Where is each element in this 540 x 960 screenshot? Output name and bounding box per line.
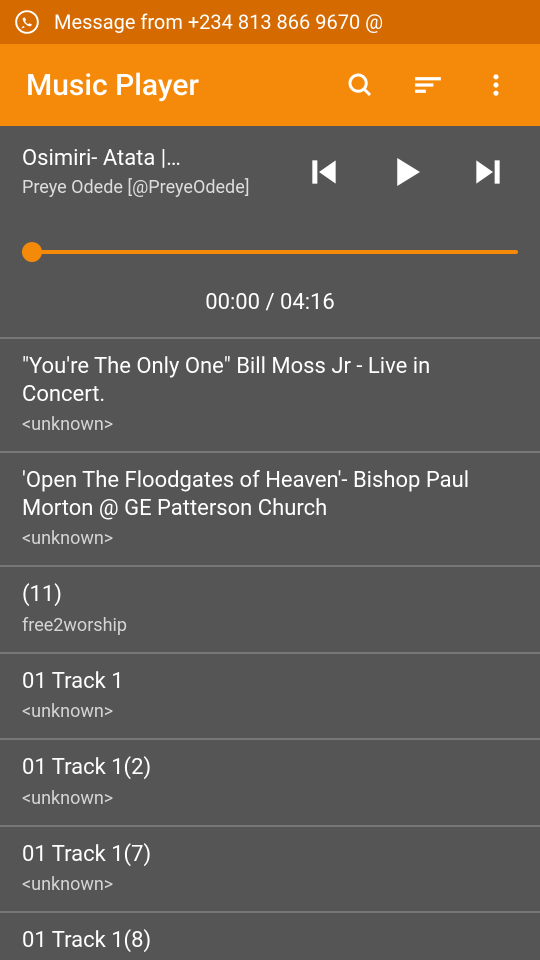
list-item[interactable]: 01 Track 1(8) [0,911,540,960]
app-bar: Music Player [0,44,540,126]
now-playing-title: Osimiri- Atata |… [22,146,192,171]
overflow-button[interactable] [470,59,522,111]
track-artist: <unknown> [22,701,518,722]
track-title: 01 Track 1(8) [22,927,518,955]
list-item[interactable]: "You're The Only One" Bill Moss Jr - Liv… [0,337,540,451]
track-artist: <unknown> [22,414,518,435]
track-title: 01 Track 1 [22,668,518,696]
next-button[interactable] [466,150,510,194]
previous-button[interactable] [302,150,346,194]
track-list[interactable]: "You're The Only One" Bill Moss Jr - Liv… [0,337,540,960]
track-title: (11) [22,581,518,609]
seek-thumb[interactable] [22,242,42,262]
track-title: "You're The Only One" Bill Moss Jr - Liv… [22,353,518,408]
track-title: 01 Track 1(2) [22,754,518,782]
track-artist: <unknown> [22,788,518,809]
whatsapp-icon [14,9,40,35]
skip-next-icon [468,152,508,192]
track-title: 'Open The Floodgates of Heaven'- Bishop … [22,467,518,522]
seek-bar[interactable] [22,250,518,254]
list-item[interactable]: 01 Track 1(7) <unknown> [0,825,540,912]
time-display: 00:00 / 04:16 [22,290,518,315]
list-item[interactable]: 01 Track 1(2) <unknown> [0,738,540,825]
track-artist: free2worship [22,615,518,636]
sort-button[interactable] [402,59,454,111]
list-item[interactable]: 'Open The Floodgates of Heaven'- Bishop … [0,451,540,565]
search-button[interactable] [334,59,386,111]
list-item[interactable]: (11) free2worship [0,565,540,652]
now-playing-artist: Preye Odede [@PreyeOdede] [22,177,294,198]
notification-text: Message from +234 813 866 9670 @ [54,10,383,34]
play-icon [385,151,427,193]
list-item[interactable]: 01 Track 1 <unknown> [0,652,540,739]
more-vert-icon [482,71,510,99]
notification-bar[interactable]: Message from +234 813 866 9670 @ [0,0,540,44]
track-artist: <unknown> [22,528,518,549]
sort-icon [413,70,443,100]
now-playing-panel: Osimiri- Atata |… Preye Odede [@PreyeOde… [0,126,540,337]
search-icon [345,70,375,100]
track-info[interactable]: Osimiri- Atata |… Preye Odede [@PreyeOde… [22,146,302,198]
play-button[interactable] [384,150,428,194]
skip-previous-icon [304,152,344,192]
track-artist: <unknown> [22,874,518,895]
app-title: Music Player [26,68,318,103]
track-title: 01 Track 1(7) [22,841,518,869]
